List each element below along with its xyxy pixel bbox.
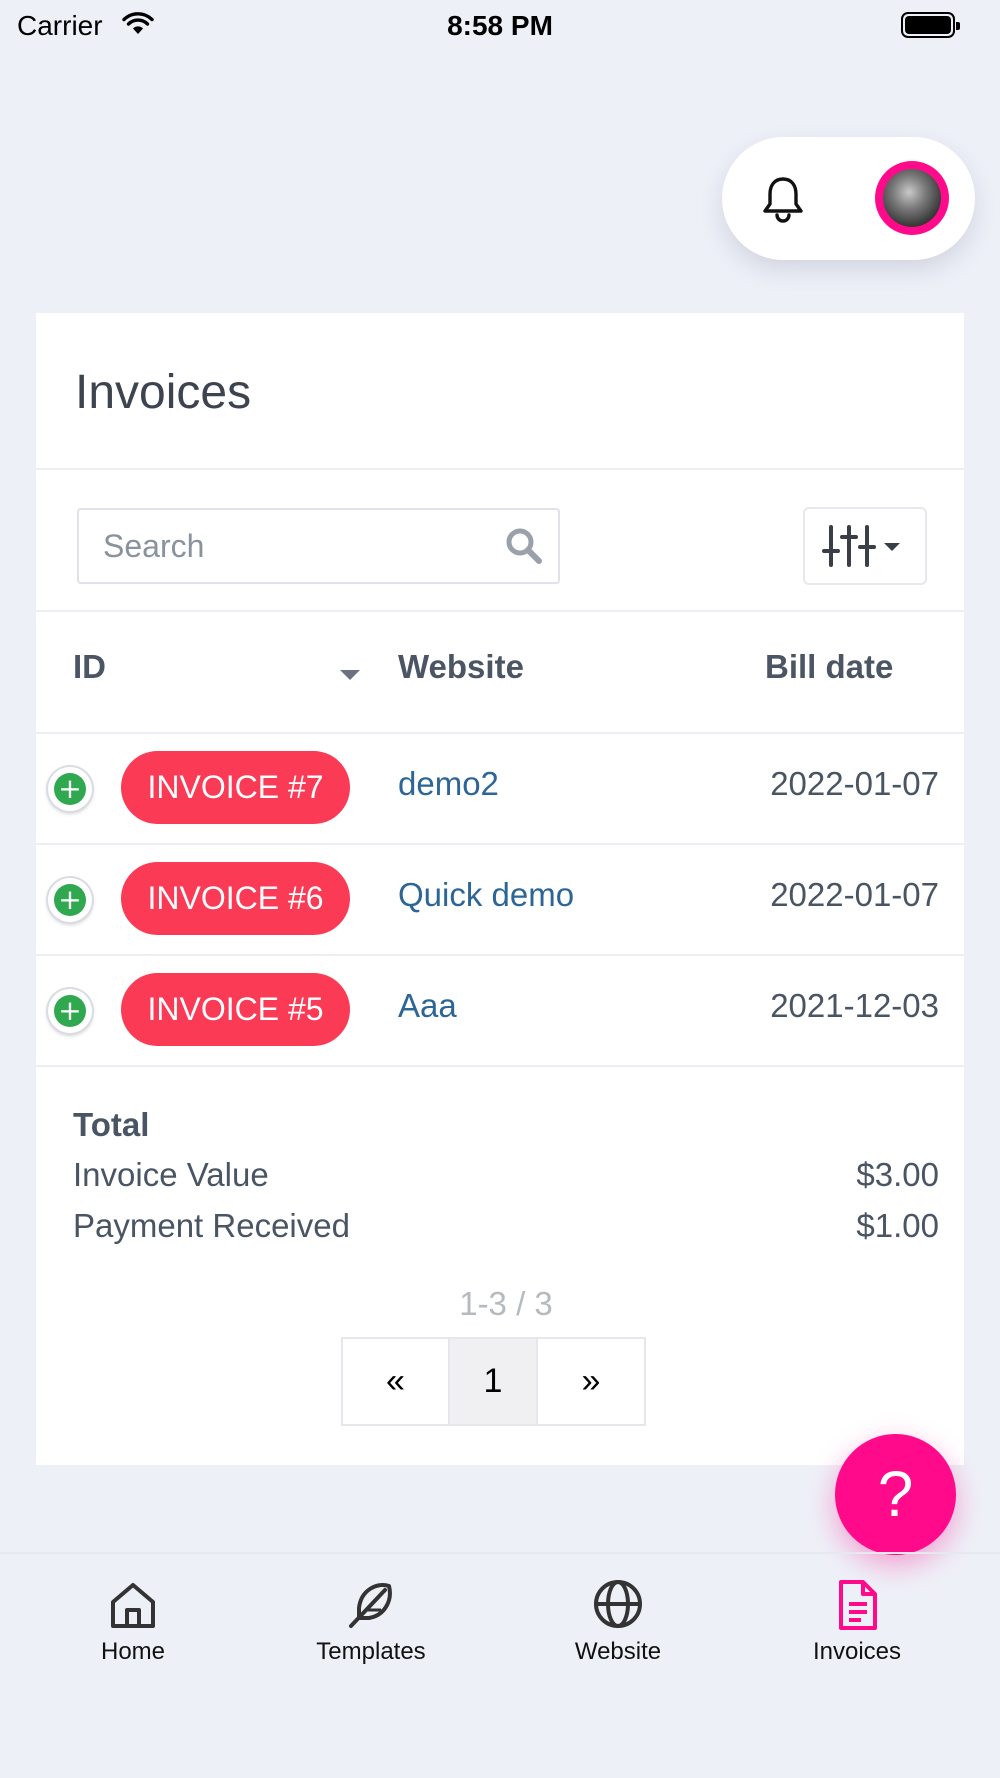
column-header-id[interactable]: ID [73, 648, 106, 686]
document-icon [839, 1580, 877, 1630]
pagination-range: 1-3 / 3 [459, 1285, 553, 1322]
website-link[interactable]: Quick demo [398, 876, 574, 914]
nav-item-templates[interactable]: Templates [271, 1576, 471, 1666]
globe-icon [594, 1580, 642, 1628]
table-row[interactable]: + INVOICE #6 Quick demo 2022-01-07 [36, 844, 964, 954]
bell-icon[interactable] [760, 174, 806, 224]
search-box [77, 508, 560, 584]
avatar[interactable] [875, 161, 949, 235]
filter-button[interactable] [803, 507, 927, 585]
help-button[interactable]: ? [835, 1434, 956, 1555]
table-row[interactable]: + INVOICE #5 Aaa 2021-12-03 [36, 955, 964, 1065]
search-input[interactable] [79, 510, 499, 582]
invoices-card: Invoices ID [36, 313, 964, 1465]
expand-row-button[interactable]: + [48, 989, 92, 1033]
title-divider [36, 468, 964, 470]
status-time: 8:58 PM [447, 10, 553, 41]
battery-icon [901, 12, 960, 38]
website-link[interactable]: Aaa [398, 987, 457, 1025]
pagination: « 1 » [341, 1337, 646, 1426]
invoice-badge[interactable]: INVOICE #6 [121, 862, 350, 935]
bill-date: 2022-01-07 [770, 876, 939, 913]
column-header-website[interactable]: Website [398, 648, 524, 686]
avatar-photo [883, 169, 941, 227]
column-header-bill-date[interactable]: Bill date [765, 648, 893, 686]
nav-item-home[interactable]: Home [33, 1576, 233, 1666]
page-number-button[interactable]: 1 [450, 1339, 538, 1424]
bill-date: 2021-12-03 [770, 987, 939, 1024]
payment-received-amount: $1.00 [856, 1207, 939, 1244]
bill-date: 2022-01-07 [770, 765, 939, 802]
nav-label-templates: Templates [316, 1638, 426, 1665]
status-bar: Carrier 8:58 PM [0, 0, 1000, 50]
nav-item-invoices[interactable]: Invoices [757, 1576, 957, 1666]
plus-icon: + [54, 995, 86, 1027]
invoice-value-label: Invoice Value [73, 1156, 269, 1193]
nav-label-website: Website [574, 1638, 662, 1665]
sort-caret-icon[interactable] [340, 670, 360, 680]
invoice-value-amount: $3.00 [856, 1156, 939, 1193]
toolbar-divider [36, 610, 964, 612]
nav-label-home: Home [100, 1638, 166, 1665]
row-divider [36, 1065, 964, 1067]
invoices-screen: Carrier 8:58 PM Invoices Search ID Websi… [0, 0, 1000, 1778]
search-icon[interactable] [504, 526, 544, 566]
invoice-badge[interactable]: INVOICE #7 [121, 751, 350, 824]
nav-item-website[interactable]: Website [518, 1576, 718, 1666]
next-page-button[interactable]: » [538, 1339, 644, 1424]
feather-icon [349, 1583, 392, 1628]
header-actions [722, 137, 975, 260]
plus-icon: + [54, 773, 86, 805]
previous-page-button[interactable]: « [343, 1339, 450, 1424]
payment-received-label: Payment Received [73, 1207, 350, 1244]
website-link[interactable]: demo2 [398, 765, 499, 803]
home-icon [111, 1583, 155, 1628]
invoice-badge[interactable]: INVOICE #5 [121, 973, 350, 1046]
expand-row-button[interactable]: + [48, 767, 92, 811]
plus-icon: + [54, 884, 86, 916]
bottom-nav: Home Templates Website Invoices [0, 1552, 1000, 1778]
sliders-icon [822, 525, 900, 567]
totals-heading: Total [73, 1106, 150, 1143]
page-title: Invoices [75, 366, 252, 419]
nav-label-invoices: Invoices [812, 1638, 902, 1665]
expand-row-button[interactable]: + [48, 878, 92, 922]
table-row[interactable]: + INVOICE #7 demo2 2022-01-07 [36, 733, 964, 843]
